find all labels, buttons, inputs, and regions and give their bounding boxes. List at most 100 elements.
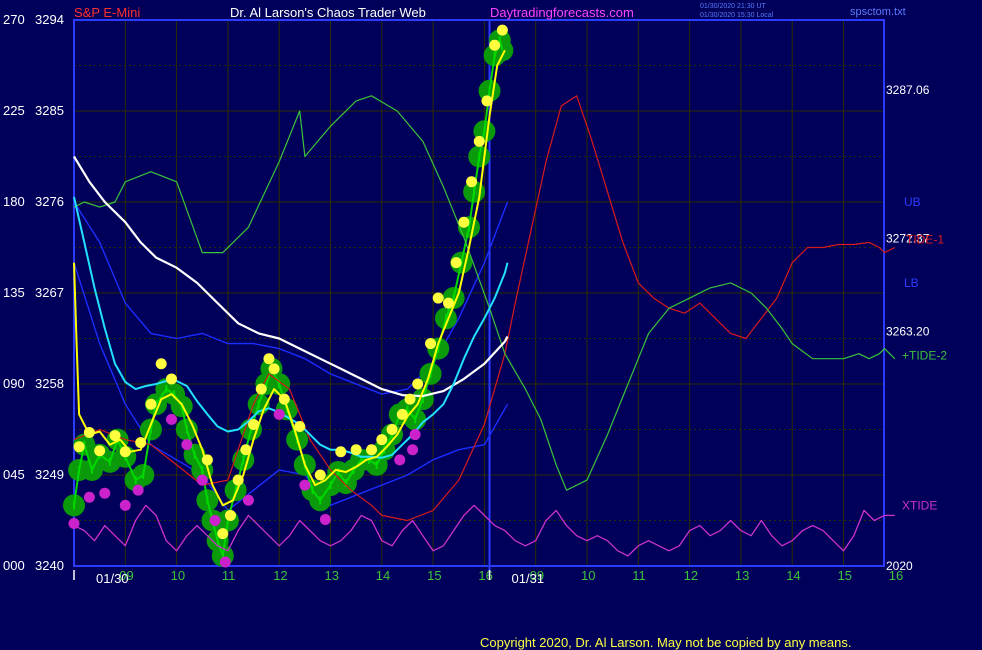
x-hour-tick: 12 bbox=[684, 568, 698, 583]
x-hour-tick: 14 bbox=[376, 568, 390, 583]
x-hour-tick: 15 bbox=[427, 568, 441, 583]
left-price-tick: 3249 bbox=[35, 467, 64, 482]
left-outer-tick: 000 bbox=[3, 558, 25, 573]
price-glow bbox=[63, 29, 514, 567]
magenta-dot bbox=[99, 487, 111, 499]
magenta-dot bbox=[299, 479, 311, 491]
left-outer-tick: 270 bbox=[3, 12, 25, 27]
yellow-dot bbox=[201, 454, 213, 466]
grid-lines bbox=[74, 20, 884, 566]
yellow-dot bbox=[119, 446, 131, 458]
x-hour-tick: 13 bbox=[325, 568, 339, 583]
x-hour-tick: 11 bbox=[632, 568, 646, 583]
yellow-dot bbox=[255, 383, 267, 395]
magenta-dot bbox=[119, 499, 131, 511]
magenta-dot bbox=[242, 494, 254, 506]
magenta-dot bbox=[68, 518, 80, 530]
yellow-dot bbox=[109, 430, 121, 442]
x-hour-tick: 12 bbox=[273, 568, 287, 583]
yellow-dot bbox=[217, 528, 229, 540]
yellow-dot bbox=[442, 297, 454, 309]
left-price-tick: 3285 bbox=[35, 103, 64, 118]
magenta-dot bbox=[165, 413, 177, 425]
yellow-dot bbox=[412, 378, 424, 390]
yellow-dot bbox=[466, 176, 478, 188]
x-hour-tick: 10 bbox=[581, 568, 595, 583]
yellow-dot bbox=[135, 437, 147, 449]
yellow-dot bbox=[396, 408, 408, 420]
yellow-dot bbox=[473, 135, 485, 147]
left-outer-tick: 045 bbox=[3, 467, 25, 482]
x-hour-tick: 11 bbox=[222, 568, 236, 583]
chaos-chart: 270 3294 225 3285 180 3276 135 3267 090 3258 045 32… bbox=[3, 3, 947, 650]
right-label: 3263.20 bbox=[886, 324, 930, 338]
yellow-dot bbox=[450, 257, 462, 269]
yellow-dot bbox=[404, 393, 416, 405]
left-outer-tick: 135 bbox=[3, 285, 25, 300]
white-moving-average bbox=[73, 155, 509, 398]
yellow-dot bbox=[335, 446, 347, 458]
x-date-label: 01/30 bbox=[96, 571, 129, 586]
timestamp-local: 01/30/2020 15:30 Local bbox=[700, 12, 774, 19]
copyright: Copyright 2020, Dr. Al Larson. May not b… bbox=[480, 635, 851, 650]
yellow-dot bbox=[496, 24, 508, 36]
yellow-dot bbox=[145, 398, 157, 410]
yellow-dot bbox=[366, 444, 378, 456]
yellow-dot bbox=[268, 363, 280, 375]
x-hour-tick: 16 bbox=[478, 568, 492, 583]
yellow-dot bbox=[155, 358, 167, 370]
magenta-dot bbox=[83, 491, 95, 503]
magenta-dot bbox=[209, 515, 221, 526]
right-label: TIDE-1 bbox=[906, 232, 944, 246]
yellow-dot bbox=[83, 427, 95, 439]
magenta-dot bbox=[132, 484, 144, 496]
yellow-dot bbox=[232, 474, 244, 486]
chart-title: Dr. Al Larson's Chaos Trader Web bbox=[230, 5, 426, 20]
left-price-tick: 3294 bbox=[35, 12, 64, 27]
magenta-dot bbox=[407, 444, 419, 456]
x-hour-tick: 16 bbox=[889, 568, 903, 583]
yellow-dot bbox=[458, 216, 470, 228]
yellow-dot bbox=[350, 444, 362, 456]
yellow-dot bbox=[94, 445, 106, 457]
yellow-dot bbox=[294, 420, 306, 432]
yellow-dot bbox=[376, 434, 388, 446]
right-label: +TIDE-2 bbox=[902, 349, 947, 363]
yellow-dot bbox=[224, 509, 236, 521]
yellow-dot bbox=[489, 39, 501, 51]
magenta-dot bbox=[394, 454, 406, 466]
right-label: UB bbox=[904, 195, 921, 209]
x-hour-tick: 14 bbox=[786, 568, 800, 583]
yellow-dot bbox=[248, 418, 260, 430]
magenta-dot bbox=[219, 556, 231, 568]
left-outer-tick: 225 bbox=[3, 103, 25, 118]
yellow-dot bbox=[165, 373, 177, 385]
right-label: XTIDE bbox=[902, 498, 937, 512]
yellow-dot bbox=[432, 292, 444, 304]
symbol-label: S&P E-Mini bbox=[74, 5, 140, 20]
yellow-dot bbox=[73, 441, 85, 453]
yellow-dot bbox=[386, 424, 398, 435]
magenta-dot bbox=[409, 429, 421, 441]
site-label: Daytradingforecasts.com bbox=[490, 5, 634, 20]
left-price-tick: 3276 bbox=[35, 194, 64, 209]
left-price-tick: 3240 bbox=[35, 558, 64, 573]
magenta-dot bbox=[319, 513, 331, 525]
yellow-dot bbox=[278, 393, 290, 405]
right-label: 3287.06 bbox=[886, 83, 930, 97]
x-date-label: 01/31 bbox=[512, 571, 545, 586]
yellow-dot bbox=[263, 353, 275, 365]
left-outer-tick: 180 bbox=[3, 194, 25, 209]
left-price-tick: 3267 bbox=[35, 285, 64, 300]
timestamp-ut: 01/30/2020 21:30 UT bbox=[700, 3, 766, 10]
file-name: spsctom.txt bbox=[850, 6, 906, 18]
magenta-dot bbox=[181, 439, 193, 451]
x-hour-tick: 13 bbox=[735, 568, 749, 583]
x-hour-tick: 15 bbox=[838, 568, 852, 583]
magenta-dot bbox=[273, 408, 285, 420]
magenta-dot bbox=[196, 474, 208, 486]
right-label: LB bbox=[904, 276, 919, 290]
left-outer-tick: 090 bbox=[3, 376, 25, 391]
yellow-dot bbox=[481, 95, 493, 107]
left-price-tick: 3258 bbox=[35, 376, 64, 391]
